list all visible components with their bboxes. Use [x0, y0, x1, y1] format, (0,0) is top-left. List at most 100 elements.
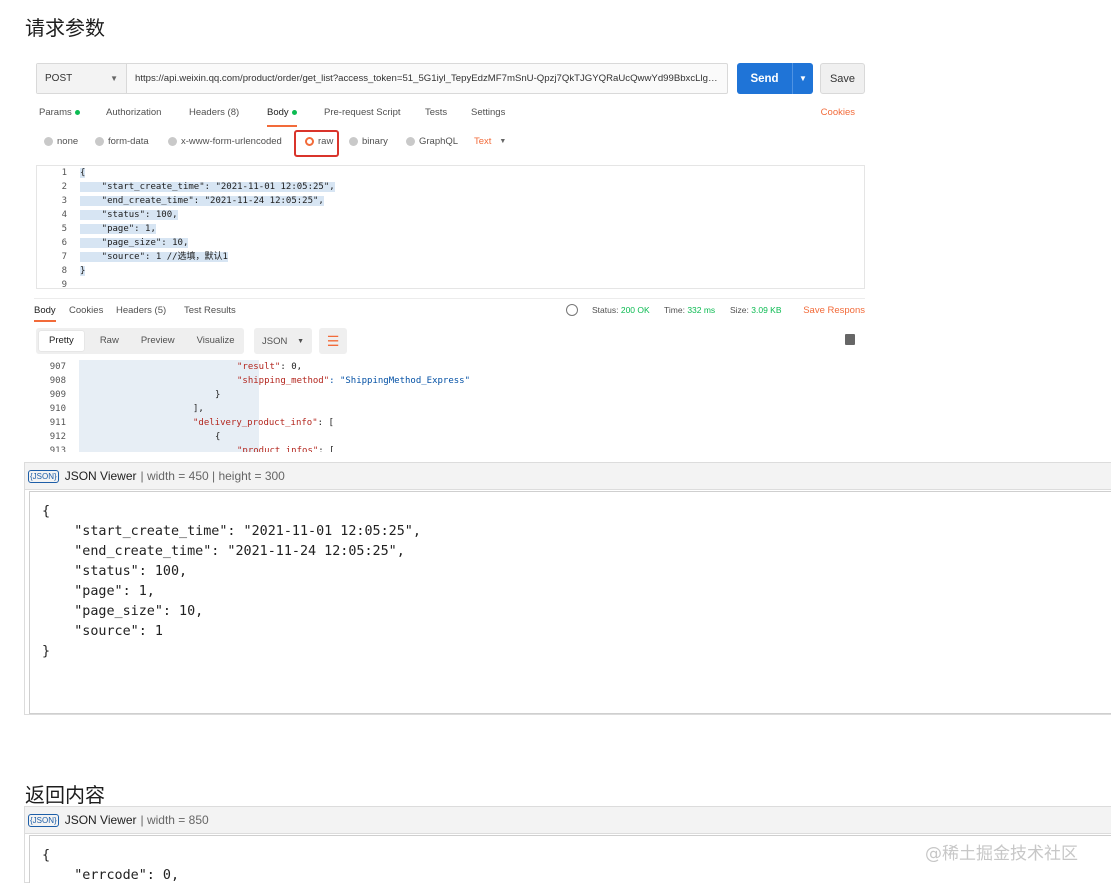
code-line: "page_size": 10,: [80, 238, 189, 248]
size-label: Size:: [730, 305, 749, 315]
time-label: Time:: [664, 305, 685, 315]
line-number: 4: [61, 210, 67, 220]
option-none[interactable]: none: [44, 136, 78, 147]
wrap-lines-icon[interactable]: ☰: [319, 328, 347, 354]
option-label: binary: [362, 136, 388, 147]
response-format-select[interactable]: JSON ▼: [254, 328, 312, 354]
format-label: Text: [474, 136, 492, 147]
json-line: "errcode": 0,: [42, 868, 180, 883]
chevron-down-icon[interactable]: ▼: [793, 74, 813, 83]
tab-response-cookies[interactable]: Cookies: [69, 305, 103, 316]
code-line: "status": 100,: [80, 210, 178, 220]
json-viewer-header: {JSON} JSON Viewer | width = 450 | heigh…: [25, 463, 1111, 490]
send-button[interactable]: Send ▼: [737, 63, 813, 94]
response-viewer[interactable]: 907 908 909 910 911 912 913 "result": 0,…: [36, 360, 865, 452]
option-binary[interactable]: binary: [349, 136, 388, 147]
line-number: 6: [61, 238, 67, 248]
method-label: POST: [45, 73, 73, 84]
tab-body[interactable]: Body: [267, 105, 297, 127]
json-value: : 0,: [280, 362, 303, 372]
option-urlencoded[interactable]: x-www-form-urlencoded: [168, 136, 282, 147]
active-dot-icon: [74, 109, 80, 115]
json-key: "product_infos": [237, 446, 319, 452]
tab-response-headers[interactable]: Headers (5): [116, 305, 166, 316]
url-input[interactable]: https://api.weixin.qq.com/product/order/…: [127, 73, 727, 84]
json-viewer-request: {JSON} JSON Viewer | width = 450 | heigh…: [24, 462, 1111, 715]
tab-authorization[interactable]: Authorization: [106, 105, 161, 127]
save-response-button[interactable]: Save Respons: [803, 305, 865, 316]
mode-preview[interactable]: Preview: [135, 331, 181, 351]
line-number: 909: [49, 390, 66, 400]
chevron-down-icon: ▼: [110, 74, 118, 83]
status-label: Status:: [592, 305, 619, 315]
option-label: GraphQL: [419, 136, 459, 147]
json-icon: {JSON}: [28, 469, 59, 483]
response-section-title: 返回内容: [25, 783, 105, 807]
tab-settings[interactable]: Settings: [471, 105, 505, 127]
radio-icon: [168, 137, 177, 146]
json-line: }: [42, 644, 51, 659]
json-bracket: }: [215, 390, 221, 400]
response-tabs: Body Cookies Headers (5) Test Results St…: [34, 298, 865, 322]
option-label: form-data: [108, 136, 149, 147]
body-editor[interactable]: 1 2 3 4 5 6 7 8 9 { "start_create_time":…: [36, 165, 865, 292]
option-graphql[interactable]: GraphQL: [406, 136, 458, 147]
chevron-down-icon: ▼: [297, 337, 304, 345]
json-line: "start_create_time": "2021-11-01 12:05:2…: [42, 524, 421, 539]
code-line: "end_create_time": "2021-11-24 12:05:25"…: [80, 196, 324, 206]
radio-icon: [44, 137, 53, 146]
tab-params[interactable]: Params: [39, 105, 80, 127]
json-line: "status": 100,: [42, 564, 188, 579]
json-line: "page": 1,: [42, 584, 155, 599]
radio-icon: [406, 137, 415, 146]
tab-tests[interactable]: Tests: [425, 105, 447, 127]
json-value: : [: [318, 446, 335, 452]
response-code: "result": 0, "shipping_method": "Shippin…: [79, 360, 865, 452]
copy-icon[interactable]: [845, 334, 855, 345]
watermark: @稀土掘金技术社区: [925, 844, 1078, 864]
radio-selected-icon: [305, 137, 314, 146]
line-number: 9: [61, 280, 67, 290]
line-number: 3: [61, 196, 67, 206]
send-label: Send: [750, 72, 779, 85]
globe-icon[interactable]: [566, 304, 578, 316]
mode-visualize[interactable]: Visualize: [191, 331, 241, 351]
tab-pre-request-script[interactable]: Pre-request Script: [324, 105, 401, 127]
code-line: "start_create_time": "2021-11-01 12:05:2…: [80, 182, 335, 192]
option-form-data[interactable]: form-data: [95, 136, 149, 147]
json-viewer-meta: | width = 850: [140, 813, 209, 827]
mode-raw[interactable]: Raw: [94, 331, 125, 351]
size-info: Size: 3.09 KB: [730, 305, 782, 315]
method-select[interactable]: POST ▼: [37, 64, 127, 93]
request-section-title: 请求参数: [25, 16, 105, 40]
line-gutter: 907 908 909 910 911 912 913: [36, 360, 76, 452]
mode-pretty[interactable]: Pretty: [39, 331, 84, 351]
size-value: 3.09 KB: [751, 305, 782, 315]
code-line: {: [80, 168, 86, 178]
code-line: }: [80, 266, 86, 276]
code-area: { "start_create_time": "2021-11-01 12:05…: [80, 166, 864, 292]
json-bracket: ],: [193, 404, 204, 414]
format-bar: Pretty Raw Preview Visualize JSON ▼ ☰: [36, 328, 865, 356]
status-value: 200 OK: [620, 305, 650, 315]
line-number: 912: [49, 432, 66, 442]
cookies-link[interactable]: Cookies: [821, 105, 855, 120]
line-number: 1: [61, 168, 67, 178]
tab-test-results[interactable]: Test Results: [184, 305, 236, 316]
active-dot-icon: [291, 109, 297, 115]
body-format-select[interactable]: Text ▼: [474, 136, 506, 147]
json-icon: {JSON}: [28, 813, 59, 827]
view-mode-group: Pretty Raw Preview Visualize: [36, 328, 244, 354]
time-value: 332 ms: [687, 305, 716, 315]
tab-headers[interactable]: Headers (8): [189, 105, 239, 127]
save-button[interactable]: Save: [820, 63, 865, 94]
line-number: 907: [49, 362, 66, 372]
line-number: 908: [49, 376, 66, 386]
chevron-down-icon: ▼: [499, 138, 507, 145]
tab-response-body[interactable]: Body: [34, 305, 56, 322]
response-format-label: JSON: [262, 335, 288, 347]
option-raw[interactable]: raw: [305, 136, 333, 147]
tab-label: Body: [267, 107, 289, 118]
option-label: none: [57, 136, 79, 147]
tab-label: Params: [39, 107, 72, 118]
